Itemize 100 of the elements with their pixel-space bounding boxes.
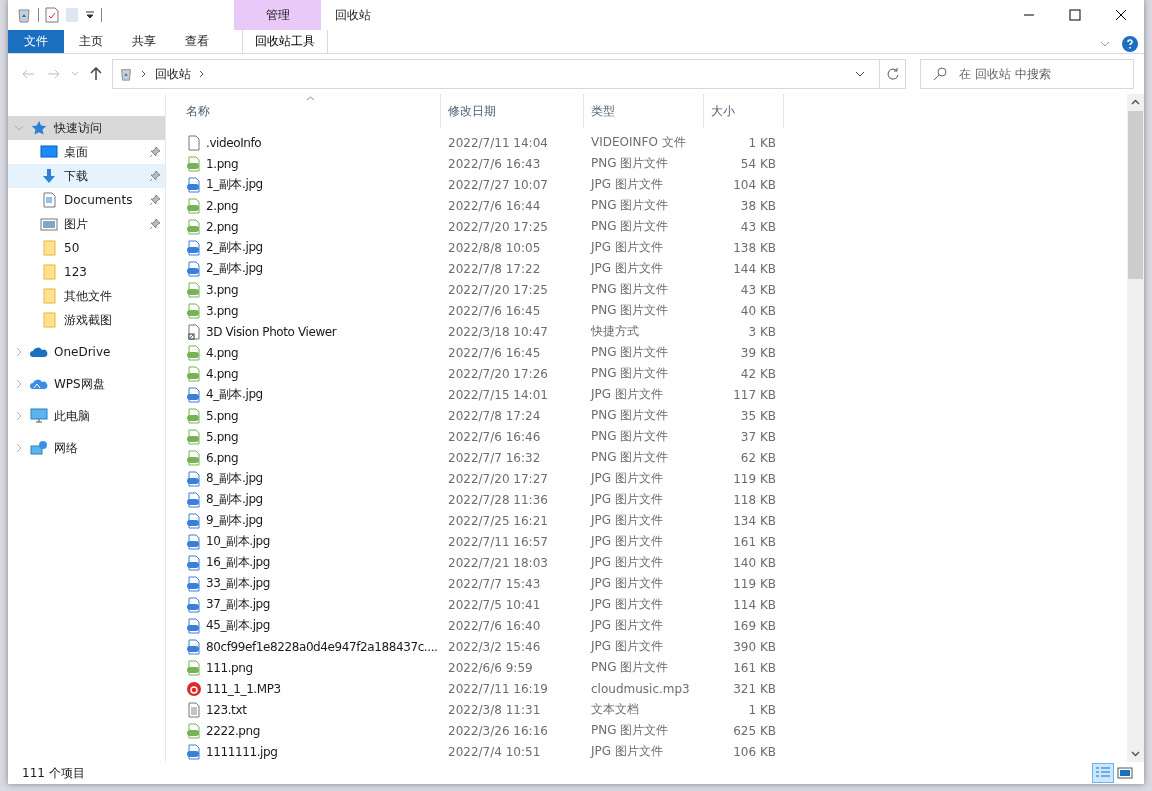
jpg-file-icon bbox=[186, 386, 202, 403]
nav-item[interactable]: 桌面 bbox=[8, 140, 165, 164]
nav-item[interactable]: 游戏截图 bbox=[8, 308, 165, 332]
file-name-cell[interactable]: 3.png bbox=[179, 302, 441, 319]
new-folder-icon[interactable] bbox=[65, 7, 79, 23]
type-cell-text: PNG 图片文件 bbox=[590, 449, 670, 466]
png-file-icon bbox=[186, 428, 202, 445]
file-name-cell[interactable]: 111_1_1.MP3 bbox=[179, 680, 441, 697]
file-name-cell[interactable]: 80cf99ef1e8228a0d4e947f2a188437c.... bbox=[179, 638, 441, 655]
dropdown-caret-icon[interactable] bbox=[85, 10, 95, 20]
file-name-cell[interactable]: 9_副本.jpg bbox=[179, 512, 441, 529]
file-name-cell[interactable]: 123.txt bbox=[179, 701, 441, 718]
file-name: 1_副本.jpg bbox=[206, 176, 263, 193]
nav-item[interactable]: 123 bbox=[8, 260, 165, 284]
file-name-cell[interactable]: 2_副本.jpg bbox=[179, 239, 441, 256]
recycle-bin-icon[interactable] bbox=[16, 7, 32, 23]
pin-icon[interactable] bbox=[149, 218, 161, 230]
nav-item[interactable]: 图片 bbox=[8, 212, 165, 236]
shortcut-icon bbox=[186, 323, 202, 340]
file-name-cell[interactable]: 5.png bbox=[179, 407, 441, 424]
size-cell-text: 161 KB bbox=[732, 660, 777, 675]
column-header[interactable]: 大小 bbox=[704, 94, 784, 128]
date-cell-text: 2022/7/7 16:32 bbox=[447, 450, 542, 465]
window-title: 回收站 bbox=[334, 6, 372, 24]
up-arrow-icon bbox=[90, 67, 102, 81]
date-cell-text: 2022/3/26 16:16 bbox=[447, 723, 549, 738]
file-name-cell[interactable]: 1_副本.jpg bbox=[179, 176, 441, 193]
file-name-cell[interactable]: 8_副本.jpg bbox=[179, 470, 441, 487]
date-cell-text: 2022/7/4 10:51 bbox=[447, 744, 542, 759]
expand-caret-icon[interactable] bbox=[14, 123, 24, 133]
nav-item[interactable]: OneDrive bbox=[8, 340, 165, 364]
details-icon bbox=[1095, 766, 1111, 780]
collapse-caret-icon[interactable] bbox=[14, 379, 24, 389]
file-name-cell[interactable]: 4.png bbox=[179, 365, 441, 382]
nav-item[interactable]: 50 bbox=[8, 236, 165, 260]
collapse-caret-icon[interactable] bbox=[14, 443, 24, 453]
nav-item[interactable]: 此电脑 bbox=[8, 404, 165, 428]
file-name-cell[interactable]: 37_副本.jpg bbox=[179, 596, 441, 613]
nav-item[interactable]: 其他文件 bbox=[8, 284, 165, 308]
date-cell-text: 2022/7/20 17:26 bbox=[447, 366, 549, 381]
size-cell-text: 43 KB bbox=[739, 219, 777, 234]
jpg-file-icon bbox=[186, 176, 202, 193]
nav-item[interactable]: 快速访问 bbox=[8, 116, 165, 140]
file-name: 111_1_1.MP3 bbox=[206, 681, 281, 696]
file-name-cell[interactable]: 2.png bbox=[179, 197, 441, 214]
file-name-cell[interactable]: 4_副本.jpg bbox=[179, 386, 441, 403]
jpg-file-icon bbox=[186, 470, 202, 487]
file-name-cell[interactable]: 45_副本.jpg bbox=[179, 617, 441, 634]
file-name-cell[interactable]: 5.png bbox=[179, 428, 441, 445]
type-cell-text: PNG 图片文件 bbox=[590, 365, 670, 382]
date-cell-text: 2022/7/15 14:01 bbox=[447, 387, 549, 402]
context-ribbon-tab[interactable]: 回收站工具 bbox=[242, 30, 328, 53]
ribbon-tab[interactable]: 主页 bbox=[64, 30, 117, 53]
scrollbar[interactable] bbox=[1127, 94, 1144, 762]
type-cell-text: JPG 图片文件 bbox=[589, 512, 664, 529]
pin-icon[interactable] bbox=[149, 194, 161, 206]
scrollbar-thumb[interactable] bbox=[1128, 111, 1143, 279]
file-name-cell[interactable]: 8_副本.jpg bbox=[179, 491, 441, 508]
breadcrumb-link[interactable]: 回收站 bbox=[155, 65, 191, 83]
column-header[interactable]: 名称 bbox=[179, 94, 441, 128]
column-header[interactable]: 类型 bbox=[584, 94, 704, 128]
type-cell-text: JPG 图片文件 bbox=[589, 176, 664, 193]
nav-item[interactable]: 网络 bbox=[8, 436, 165, 460]
pin-icon[interactable] bbox=[149, 170, 161, 182]
file-menu-button[interactable]: 文件 bbox=[8, 30, 64, 53]
properties-icon[interactable] bbox=[45, 7, 59, 23]
file-name-cell[interactable]: 3D Vision Photo Viewer bbox=[179, 323, 441, 340]
jpg-file-icon bbox=[186, 533, 202, 550]
ribbon-tab[interactable]: 共享 bbox=[117, 30, 170, 53]
folder-icon bbox=[40, 240, 58, 256]
search-field[interactable]: 在 回收站 中搜索 bbox=[920, 59, 1134, 89]
ribbon-tab[interactable]: 查看 bbox=[170, 30, 223, 53]
type-cell-text: PNG 图片文件 bbox=[590, 218, 670, 235]
nav-item[interactable]: 下载 bbox=[8, 164, 165, 188]
nav-item[interactable]: WPS网盘 bbox=[8, 372, 165, 396]
nav-item[interactable]: Documents bbox=[8, 188, 165, 212]
file-name-cell[interactable]: .videoInfo bbox=[179, 134, 441, 151]
size-cell-text: 1 KB bbox=[747, 702, 777, 717]
file-name-cell[interactable]: 4.png bbox=[179, 344, 441, 361]
file-name-cell[interactable]: 111.png bbox=[179, 659, 441, 676]
file-name-cell[interactable]: 16_副本.jpg bbox=[179, 554, 441, 571]
file-name-cell[interactable]: 1.png bbox=[179, 155, 441, 172]
file-name-cell[interactable]: 2.png bbox=[179, 218, 441, 235]
column-header[interactable]: 修改日期 bbox=[441, 94, 584, 128]
date-cell-text: 2022/7/21 18:03 bbox=[447, 555, 549, 570]
file-name-cell[interactable]: 2_副本.jpg bbox=[179, 260, 441, 277]
file-name-cell[interactable]: 1111111.jpg bbox=[179, 743, 441, 760]
size-cell-text: 321 KB bbox=[732, 681, 777, 696]
file-name: 80cf99ef1e8228a0d4e947f2a188437c.... bbox=[206, 639, 438, 654]
pin-icon[interactable] bbox=[149, 146, 161, 158]
network-icon bbox=[30, 440, 48, 456]
collapse-caret-icon[interactable] bbox=[14, 347, 24, 357]
file-name-cell[interactable]: 2222.png bbox=[179, 722, 441, 739]
size-cell-text: 37 KB bbox=[739, 429, 777, 444]
size-cell-text: 140 KB bbox=[732, 555, 777, 570]
file-name-cell[interactable]: 3.png bbox=[179, 281, 441, 298]
file-name-cell[interactable]: 10_副本.jpg bbox=[179, 533, 441, 550]
file-name-cell[interactable]: 6.png bbox=[179, 449, 441, 466]
file-name-cell[interactable]: 33_副本.jpg bbox=[179, 575, 441, 592]
collapse-caret-icon[interactable] bbox=[14, 411, 24, 421]
